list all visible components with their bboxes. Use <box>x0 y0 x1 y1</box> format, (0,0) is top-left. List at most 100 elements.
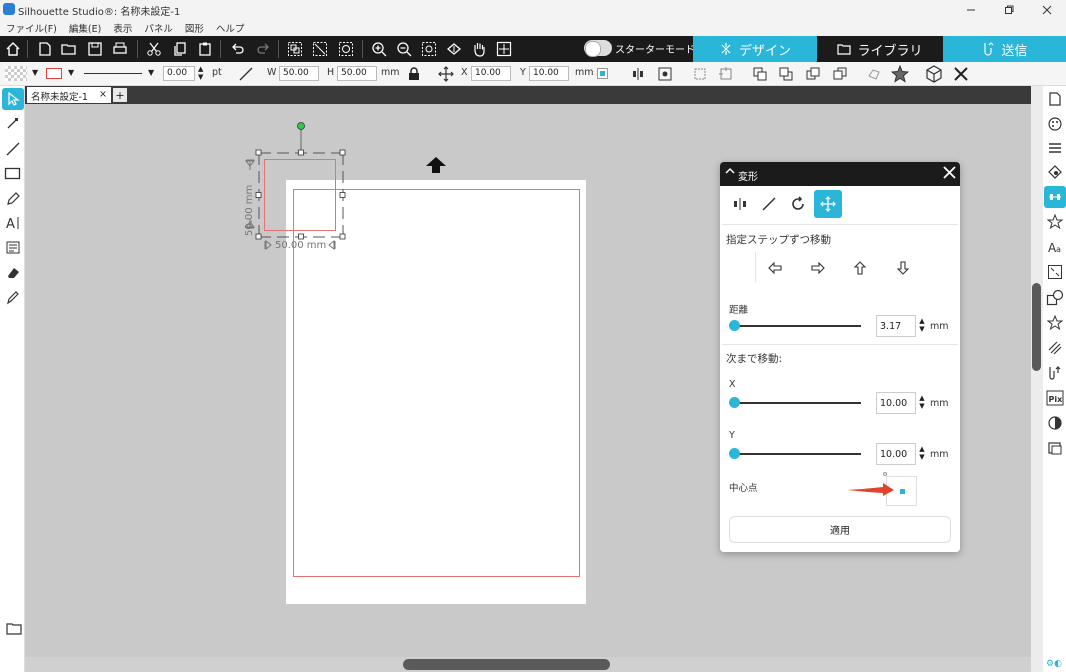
center-point-marker[interactable] <box>900 489 905 494</box>
move-x-slider[interactable] <box>733 402 861 404</box>
cut-button[interactable] <box>144 39 164 59</box>
pixscan-panel-button[interactable]: Pix <box>1044 387 1066 409</box>
distance-slider-knob[interactable] <box>729 320 740 331</box>
fill-color-swatch[interactable] <box>5 66 27 81</box>
tab-send[interactable]: 送信 <box>943 36 1066 62</box>
transform-box-button[interactable] <box>690 64 710 84</box>
redo-button[interactable] <box>253 39 273 59</box>
transform-points-button[interactable] <box>716 64 736 84</box>
move-y-input[interactable]: 10.00 <box>876 443 916 465</box>
text-style-tool[interactable] <box>2 237 24 259</box>
document-tab-close[interactable]: × <box>99 89 107 100</box>
center-button[interactable] <box>655 64 675 84</box>
favorite-button[interactable] <box>890 64 910 84</box>
new-document-tab-button[interactable]: + <box>113 88 127 102</box>
line-color-dropdown-arrow[interactable]: ▼ <box>68 68 74 77</box>
menu-view[interactable]: 表示 <box>113 21 132 35</box>
move-right-button[interactable] <box>811 262 825 274</box>
edit-points-tool[interactable] <box>2 112 24 134</box>
line-color-panel-button[interactable] <box>1044 161 1066 183</box>
sketch-panel-button[interactable] <box>1044 337 1066 359</box>
zoom-in-button[interactable] <box>369 39 389 59</box>
library-panel-button[interactable] <box>1044 437 1066 459</box>
menu-edit[interactable]: 編集(E) <box>69 21 101 35</box>
move-x-input[interactable]: 10.00 <box>876 392 916 414</box>
menu-panel[interactable]: パネル <box>144 21 173 35</box>
image-effects-panel-button[interactable] <box>1044 412 1066 434</box>
tab-rotate[interactable] <box>784 190 812 218</box>
vertical-scrollbar[interactable] <box>1031 86 1043 672</box>
panel-close-button[interactable] <box>943 166 956 179</box>
move-x-spinner[interactable]: ▲ ▼ <box>918 394 926 412</box>
eraser-tool[interactable] <box>2 262 24 284</box>
zoom-out-button[interactable] <box>394 39 414 59</box>
menu-file[interactable]: ファイル(F) <box>6 21 57 35</box>
reference-point-button[interactable] <box>597 68 608 79</box>
line-style-preview[interactable] <box>84 73 142 74</box>
send-to-back-button[interactable] <box>776 64 796 84</box>
align-button[interactable] <box>628 64 648 84</box>
move-left-button[interactable] <box>768 262 782 274</box>
new-document-button[interactable] <box>35 39 55 59</box>
transform-panel-button[interactable] <box>1044 186 1066 208</box>
offset-panel-button[interactable] <box>1044 261 1066 283</box>
vertical-scrollbar-thumb[interactable] <box>1032 283 1041 371</box>
horizontal-scrollbar-thumb[interactable] <box>403 659 610 670</box>
knife-tool[interactable] <box>2 286 24 308</box>
move-y-slider[interactable] <box>733 453 861 455</box>
starter-mode-toggle[interactable] <box>584 40 612 57</box>
selected-shape-overlay[interactable] <box>240 115 360 255</box>
tab-align[interactable] <box>726 190 754 218</box>
line-width-input[interactable]: 0.00 <box>163 66 195 81</box>
tab-design[interactable]: デザイン <box>693 36 817 62</box>
close-window-button[interactable] <box>1028 0 1066 20</box>
distance-slider[interactable] <box>733 325 861 327</box>
line-color-swatch[interactable] <box>46 68 62 79</box>
move-x-slider-knob[interactable] <box>729 397 740 408</box>
zoom-selected-button[interactable] <box>419 39 439 59</box>
fill-dropdown-arrow[interactable]: ▼ <box>32 68 38 77</box>
line-tool[interactable] <box>2 138 24 160</box>
fit-to-page-button[interactable] <box>444 39 464 59</box>
tab-scale[interactable] <box>755 190 783 218</box>
restore-button[interactable] <box>990 0 1028 20</box>
trace-panel-button[interactable] <box>1044 362 1066 384</box>
line-style-panel-button[interactable] <box>1044 137 1066 159</box>
pan-button[interactable] <box>469 39 489 59</box>
compound-path-button[interactable] <box>336 39 356 59</box>
tab-library[interactable]: ライブラリ <box>818 36 942 62</box>
minimize-button[interactable] <box>952 0 990 20</box>
line-tool-button[interactable] <box>236 64 256 84</box>
menu-shape[interactable]: 図形 <box>185 21 204 35</box>
move-down-button[interactable] <box>897 261 909 275</box>
select-tool[interactable] <box>2 88 24 110</box>
menu-help[interactable]: ヘルプ <box>216 21 245 35</box>
tab-move[interactable] <box>814 190 842 218</box>
3d-object-button[interactable] <box>924 64 944 84</box>
text-tool[interactable]: A <box>2 212 24 234</box>
distance-spinner[interactable]: ▲ ▼ <box>918 317 926 335</box>
bring-to-front-button[interactable] <box>750 64 770 84</box>
replicate-panel-button[interactable] <box>1044 211 1066 233</box>
home-button[interactable] <box>3 39 23 59</box>
document-tab[interactable]: 名称未設定-1 × <box>27 87 111 103</box>
rectangle-tool[interactable] <box>2 163 24 185</box>
print-button[interactable] <box>110 39 130 59</box>
group-button[interactable] <box>285 39 305 59</box>
ungroup-button[interactable] <box>310 39 330 59</box>
settings-gear-icon[interactable]: ⚙◐ <box>1046 659 1062 669</box>
favorites-panel-button[interactable] <box>1044 312 1066 334</box>
page-setup-panel-button[interactable] <box>1044 88 1066 110</box>
zoom-fit-button[interactable] <box>494 39 514 59</box>
weld-button[interactable] <box>864 64 884 84</box>
save-button[interactable] <box>85 39 105 59</box>
text-style-panel-button[interactable]: Aa <box>1044 236 1066 258</box>
line-style-dropdown-arrow[interactable]: ▼ <box>148 68 154 77</box>
panel-collapse-button[interactable] <box>725 166 735 176</box>
distance-input[interactable]: 3.17 <box>876 315 916 337</box>
bring-forward-button[interactable] <box>803 64 823 84</box>
line-width-spinner[interactable]: ▲ ▼ <box>198 65 203 81</box>
move-y-slider-knob[interactable] <box>729 448 740 459</box>
move-y-spinner[interactable]: ▲ ▼ <box>918 445 926 463</box>
modify-panel-button[interactable] <box>1044 287 1066 309</box>
